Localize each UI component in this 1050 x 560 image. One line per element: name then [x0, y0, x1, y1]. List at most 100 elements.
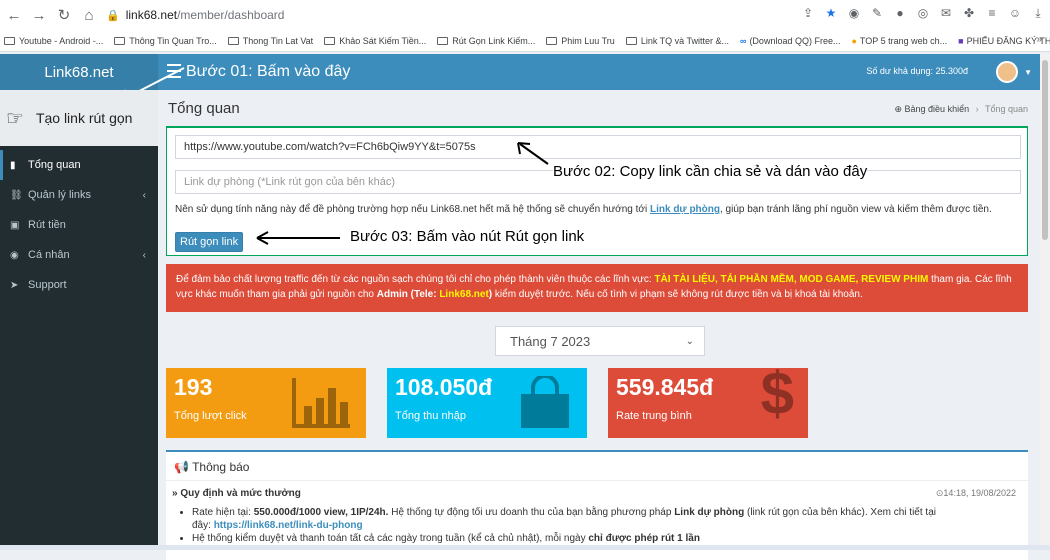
bookmark-label: (Download QQ) Free...	[749, 35, 841, 46]
text: Hệ thống tự động tối ưu doanh thu của bạ…	[388, 507, 675, 518]
shopping-bag-icon	[521, 376, 569, 428]
scrollbar[interactable]	[1040, 54, 1050, 550]
bookmark[interactable]: Thông Tin Quan Tro...	[114, 36, 217, 46]
stat-value: 108.050đ	[395, 374, 493, 400]
text: 550.000đ/1000 view, 1IP/24h.	[253, 507, 389, 518]
url-path: /member/dashboard	[177, 8, 285, 22]
bookmark[interactable]: Phim Luu Tru	[546, 36, 615, 46]
bookmark[interactable]: Thong Tin Lat Vat	[227, 35, 314, 46]
scroll-thumb[interactable]	[1042, 60, 1048, 240]
breadcrumb-separator: ›	[975, 104, 979, 114]
bookmark[interactable]: Youtube - Android -...	[4, 36, 103, 46]
list-item: Hệ thống kiểm duyệt và thanh toán tất cả…	[192, 532, 936, 545]
stat-rate: 559.845đ Rate trung bình $	[608, 368, 808, 438]
back-icon[interactable]: ←	[3, 4, 25, 26]
extension-icon[interactable]: ●	[892, 4, 908, 22]
avatar[interactable]	[996, 61, 1018, 83]
site-icon: ●	[851, 35, 857, 46]
pointing-hand-icon: ☞	[6, 107, 24, 130]
stat-label: Tổng lượt click	[174, 410, 247, 422]
stat-label: Rate trung bình	[616, 410, 692, 422]
sidebar-item-profile[interactable]: ◉ Cá nhân ‹	[0, 240, 158, 270]
create-link-button[interactable]: ☞ Tạo link rút gọn	[0, 90, 158, 146]
bookmarks-more[interactable]: »	[1036, 34, 1042, 45]
step3-annotation: Bước 03: Bấm vào nút Rút gọn link	[350, 228, 585, 245]
bookmark-label: TOP 5 trang web ch...	[859, 35, 948, 46]
sidebar-item-label: Tổng quan	[28, 159, 81, 171]
text: Link dự phòng	[674, 507, 745, 518]
breadcrumb: ⊕ Bảng điều khiển › Tổng quan	[894, 104, 1028, 115]
download-icon[interactable]: ⤓	[1030, 4, 1046, 22]
month-select[interactable]: Tháng 7 2023 ⌄	[495, 326, 705, 356]
extension-icon[interactable]: ✉	[938, 4, 954, 22]
page-title: Tổng quan	[168, 100, 240, 117]
note-text: Nên sử dụng tính năng này để đề phòng tr…	[175, 204, 650, 215]
link[interactable]: https://link68.net/link-du-phong	[214, 520, 363, 531]
create-link-label: Tạo link rút gọn	[35, 110, 133, 126]
alert-text: Để đảm bảo chất lượng traffic đến từ các…	[176, 274, 655, 285]
text: (link rút gọn của bên khác). Xem chi tiế…	[744, 507, 936, 518]
sidebar-item-support[interactable]: ➤ Support	[0, 270, 158, 300]
backup-link[interactable]: Link dự phòng	[650, 204, 720, 215]
announcement-date: ⊙14:18, 19/08/2022	[935, 488, 1016, 498]
main-content: Tổng quan ⊕ Bảng điều khiển › Tổng quan …	[158, 90, 1040, 560]
folder-icon	[114, 36, 126, 45]
sidebar-menu: ▮ Tổng quan ⛓ Quản lý links ‹ ▣ Rút tiền…	[0, 150, 158, 300]
reload-icon[interactable]: ↻	[53, 4, 75, 26]
month-value: Tháng 7 2023	[510, 333, 591, 349]
bookmark-label: Link TQ và Twitter &...	[640, 35, 730, 46]
site-icon: ■	[958, 35, 964, 46]
puzzle-icon[interactable]: ✤	[961, 4, 977, 22]
folder-icon	[437, 36, 449, 45]
bookmark[interactable]: ∞ (Download QQ) Free...	[740, 36, 840, 46]
annotation-arrow	[256, 231, 340, 245]
bookmark[interactable]: Link TQ và Twitter &...	[625, 35, 730, 46]
bookmark-label: Thông Tin Quan Tro...	[129, 35, 217, 46]
forward-icon[interactable]: →	[28, 4, 50, 26]
folder-icon	[4, 36, 15, 45]
list-item: Rate hiện tại: 550.000đ/1000 view, 1IP/2…	[192, 506, 936, 532]
bookmark[interactable]: Rút Gọn Link Kiếm...	[437, 36, 535, 46]
dashboard-icon: ⊕	[894, 104, 903, 114]
chevron-left-icon: ‹	[142, 189, 146, 201]
sidebar-item-label: Cá nhân	[28, 249, 70, 261]
bookmark-label: Thong Tin Lat Vat	[242, 35, 314, 46]
tab-search-icon[interactable]: ≡	[984, 4, 1000, 22]
bookmark[interactable]: Khảo Sát Kiếm Tiền...	[324, 36, 426, 46]
sidebar-item-links[interactable]: ⛓ Quản lý links ‹	[0, 180, 158, 210]
announcement-title: Thông báo	[192, 460, 250, 474]
share-icon[interactable]: ⇪	[800, 4, 816, 22]
stat-clicks: 193 Tổng lượt click	[166, 368, 366, 438]
sidebar-item-overview[interactable]: ▮ Tổng quan	[0, 150, 158, 180]
announcement-box: 📢 Thông báo » Quy định và mức thưởng ⊙14…	[166, 450, 1028, 560]
taskbar	[0, 545, 1050, 550]
megaphone-icon: 📢	[174, 460, 189, 474]
home-icon[interactable]: ⌂	[78, 4, 100, 26]
text: Rate hiện tại:	[192, 507, 254, 518]
star-icon[interactable]: ★	[823, 4, 839, 22]
announcement-heading: 📢 Thông báo	[174, 460, 249, 474]
bookmark[interactable]: ● TOP 5 trang web ch...	[851, 36, 947, 46]
link-input[interactable]: https://www.youtube.com/watch?v=FCh6bQiw…	[175, 135, 1021, 159]
stat-label: Tổng thu nhập	[395, 410, 466, 422]
profile-icon[interactable]: ☺	[1007, 4, 1023, 22]
money-icon: ▣	[10, 219, 20, 231]
support-icon: ➤	[10, 279, 19, 291]
url-host: link68.net	[125, 8, 178, 22]
extension-icon[interactable]: ✎	[869, 4, 885, 22]
extension-icon[interactable]: ◎	[915, 4, 931, 22]
lock-icon: 🔒	[106, 9, 120, 22]
sidebar-item-label: Support	[28, 279, 67, 291]
text: đây:	[192, 520, 214, 531]
shorten-button[interactable]: Rút gọn link	[175, 232, 244, 252]
link-icon: ⛓	[10, 189, 23, 201]
breadcrumb-home[interactable]: Bảng điều khiển	[905, 104, 970, 114]
chevron-left-icon: ‹	[142, 249, 146, 261]
sidebar-item-withdraw[interactable]: ▣ Rút tiền	[0, 210, 158, 240]
announcement-item-title[interactable]: » Quy định và mức thưởng	[172, 488, 301, 499]
extension-icon[interactable]: ◉	[846, 4, 862, 22]
note-text: , giúp bạn tránh lãng phí nguồn view và …	[720, 204, 992, 215]
caret-down-icon[interactable]: ▼	[1024, 68, 1032, 77]
bookmark-label: Khảo Sát Kiếm Tiền...	[339, 35, 427, 46]
balance: Số dư khả dụng: 25.300đ	[866, 66, 968, 76]
